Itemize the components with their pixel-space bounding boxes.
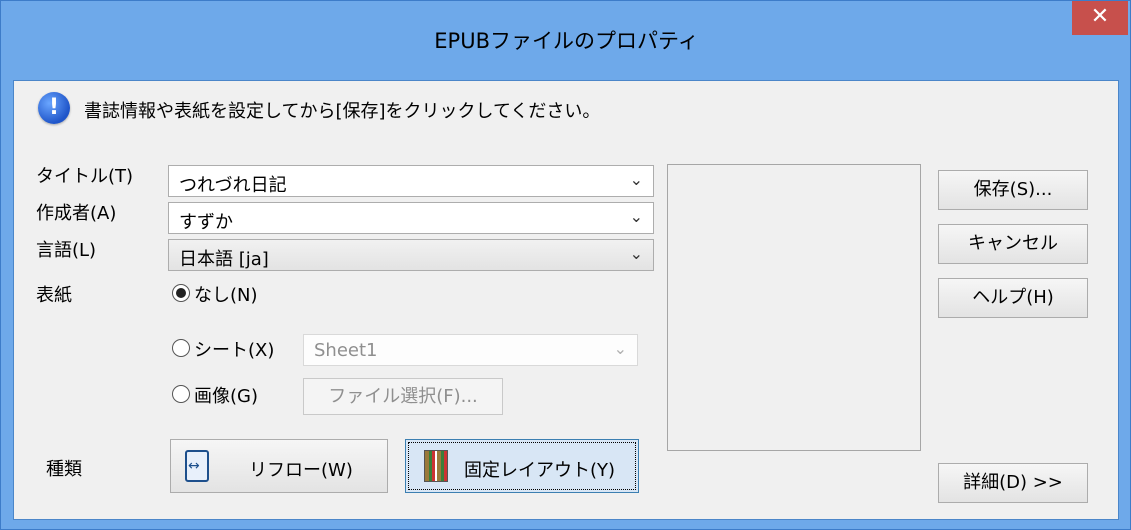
chevron-down-icon: ⌄ — [613, 339, 627, 358]
tablet-reflow-icon — [185, 450, 209, 482]
chevron-down-icon[interactable]: ⌄ — [630, 170, 643, 189]
author-value: すずか — [179, 212, 233, 233]
author-label: 作成者(A) — [36, 203, 117, 224]
cover-image-radio[interactable] — [172, 385, 190, 403]
save-button[interactable]: 保存(S)... — [938, 170, 1088, 210]
choose-file-button: ファイル選択(F)... — [303, 378, 503, 415]
cover-none-label[interactable]: なし(N) — [194, 281, 258, 307]
cover-preview — [667, 164, 921, 451]
kind-label: 種類 — [46, 459, 82, 480]
cover-image-label[interactable]: 画像(G) — [194, 382, 258, 408]
help-button[interactable]: ヘルプ(H) — [938, 278, 1088, 318]
info-icon: ! — [38, 92, 70, 124]
reflow-label: リフロー(W) — [249, 460, 353, 481]
reflow-button[interactable]: リフロー(W) — [170, 439, 388, 493]
chevron-down-icon[interactable]: ⌄ — [630, 244, 643, 263]
fixed-layout-label: 固定レイアウト(Y) — [464, 460, 616, 481]
title-bar[interactable]: EPUBファイルのプロパティ ✕ — [1, 1, 1131, 79]
cover-sheet-label[interactable]: シート(X) — [194, 336, 274, 362]
author-combobox[interactable]: すずか ⌄ — [168, 202, 654, 234]
chevron-down-icon[interactable]: ⌄ — [630, 207, 643, 226]
window-title: EPUBファイルのプロパティ — [434, 29, 699, 53]
cover-sheet-radio[interactable] — [172, 339, 190, 357]
title-label: タイトル(T) — [36, 166, 134, 187]
title-value: つれづれ日記 — [179, 175, 287, 196]
language-select[interactable]: 日本語 [ja] ⌄ — [168, 239, 654, 271]
cancel-button[interactable]: キャンセル — [938, 224, 1088, 264]
fixed-layout-button[interactable]: 固定レイアウト(Y) — [405, 439, 639, 493]
sheet-select: Sheet1 ⌄ — [303, 334, 638, 366]
dialog-client-area: ! 書誌情報や表紙を設定してから[保存]をクリックしてください。 タイトル(T)… — [13, 80, 1119, 520]
details-button[interactable]: 詳細(D) >> — [938, 463, 1088, 503]
fixed-layout-icon — [424, 450, 448, 482]
title-combobox[interactable]: つれづれ日記 ⌄ — [168, 165, 654, 197]
close-button[interactable]: ✕ — [1072, 1, 1128, 35]
language-label: 言語(L) — [36, 240, 97, 261]
cover-label: 表紙 — [36, 285, 72, 306]
cover-none-radio[interactable] — [172, 284, 190, 302]
sheet-value: Sheet1 — [314, 340, 378, 361]
language-value: 日本語 [ja] — [179, 249, 269, 270]
instruction-message: 書誌情報や表紙を設定してから[保存]をクリックしてください。 — [84, 101, 601, 122]
epub-properties-dialog: EPUBファイルのプロパティ ✕ ! 書誌情報や表紙を設定してから[保存]をクリ… — [0, 0, 1131, 530]
